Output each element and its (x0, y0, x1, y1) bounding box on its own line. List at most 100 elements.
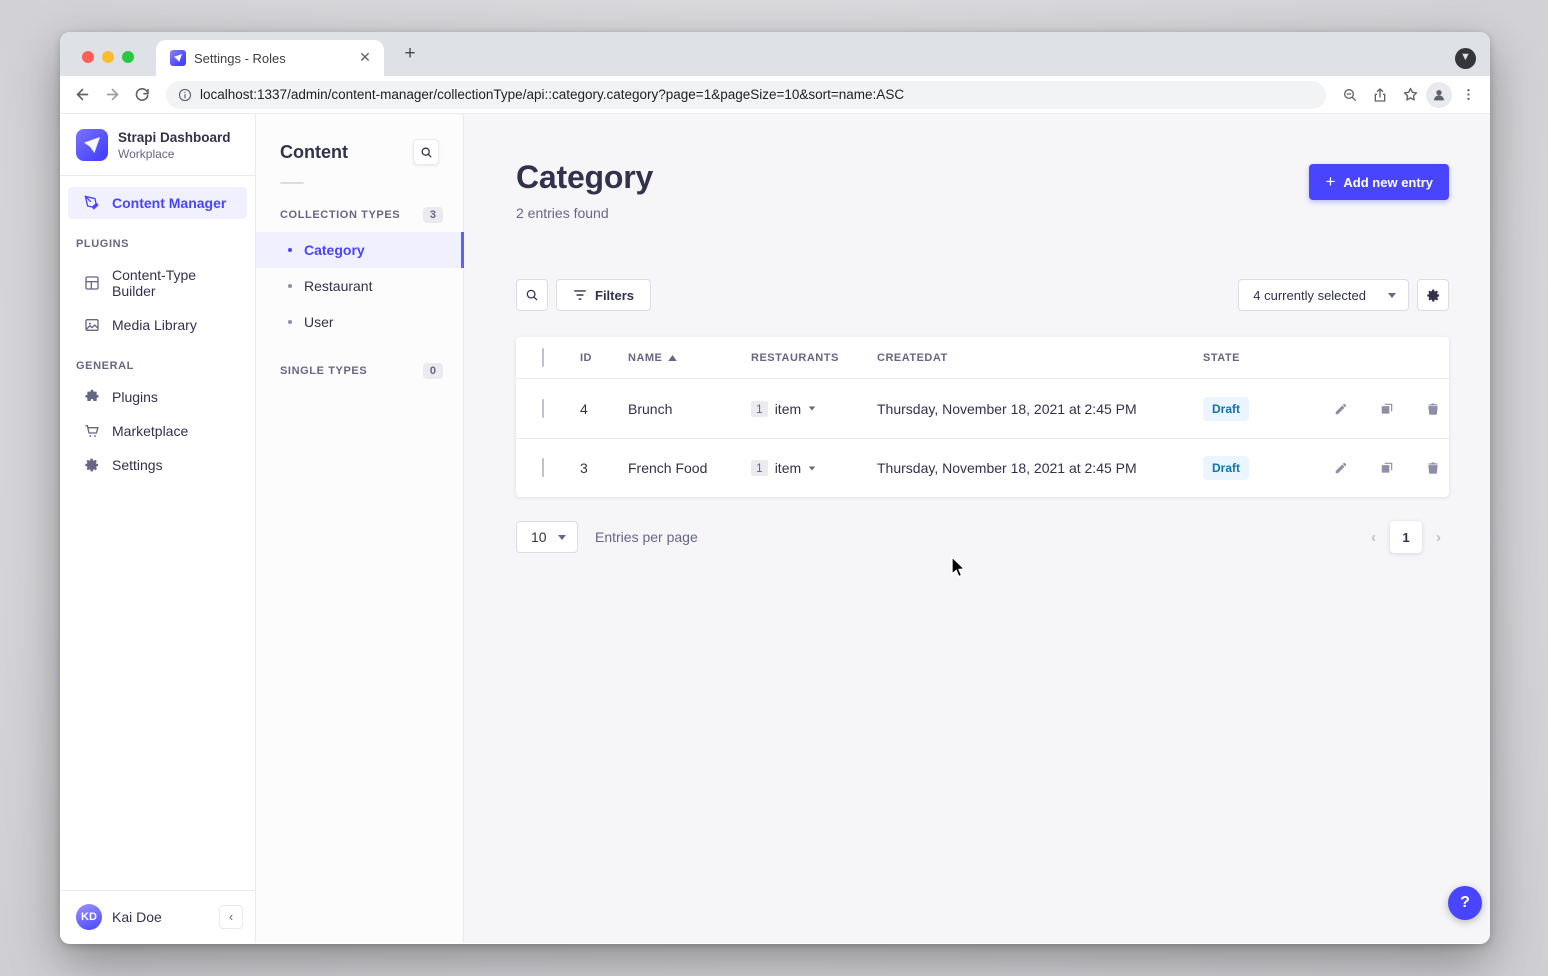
zoom-page-icon[interactable] (1336, 81, 1364, 109)
cell-restaurants[interactable]: 1 item (751, 460, 877, 476)
table-actions-row: Filters 4 currently selected (516, 279, 1449, 311)
single-types-count: 0 (423, 363, 443, 379)
sidebar-item-content-manager[interactable]: Content Manager (68, 187, 247, 219)
table-settings-gear-icon[interactable] (1417, 279, 1449, 311)
page-number-button[interactable]: 1 (1390, 521, 1422, 553)
sidebar-item-label: Media Library (112, 317, 197, 333)
collection-types-label: COLLECTION TYPES (280, 209, 400, 221)
search-icon[interactable] (413, 139, 439, 165)
chevron-down-icon (1388, 293, 1396, 298)
tab-search-icon[interactable]: ▼ (1455, 48, 1476, 69)
sidebar-item-marketplace[interactable]: Marketplace (68, 415, 247, 447)
table-row[interactable]: 4 Brunch 1 item Thursday, November 18, 2… (516, 379, 1449, 438)
window-controls (82, 51, 134, 63)
collapse-sidebar-button[interactable]: ‹ (219, 905, 243, 929)
sidebar-item-plugins[interactable]: Plugins (68, 381, 247, 413)
tab-strip: Settings - Roles ✕ + ▼ (60, 32, 1490, 76)
column-header-id[interactable]: ID (580, 352, 628, 364)
edit-pencil-icon[interactable] (1328, 455, 1354, 481)
browser-tab[interactable]: Settings - Roles ✕ (156, 40, 384, 76)
user-name: Kai Doe (112, 909, 209, 925)
url-text: localhost:1337/admin/content-manager/col… (200, 87, 904, 102)
delete-trash-icon[interactable] (1420, 396, 1446, 422)
relation-count-badge: 1 (751, 401, 768, 417)
subnav-item-label: User (304, 314, 334, 330)
back-icon[interactable] (68, 81, 96, 109)
help-button[interactable]: ? (1448, 886, 1482, 920)
select-all-checkbox[interactable] (542, 348, 544, 367)
add-new-entry-button[interactable]: + Add new entry (1309, 164, 1449, 200)
single-types-label: SINGLE TYPES (280, 365, 367, 377)
subnav-item-user[interactable]: User (256, 304, 463, 340)
url-bar[interactable]: localhost:1337/admin/content-manager/col… (166, 81, 1326, 109)
status-badge: Draft (1203, 456, 1249, 480)
minimize-window-button[interactable] (102, 51, 114, 63)
zoom-window-button[interactable] (122, 51, 134, 63)
columns-selected-dropdown[interactable]: 4 currently selected (1238, 279, 1409, 311)
delete-trash-icon[interactable] (1420, 455, 1446, 481)
plus-icon: + (1325, 173, 1335, 190)
search-entries-icon[interactable] (516, 279, 548, 311)
strapi-logo (76, 129, 108, 161)
browser-toolbar: localhost:1337/admin/content-manager/col… (60, 76, 1490, 114)
new-tab-button[interactable]: + (398, 43, 422, 67)
table-row[interactable]: 3 French Food 1 item Thursday, November … (516, 438, 1449, 497)
user-avatar: KD (76, 904, 102, 930)
workspace-brand[interactable]: Strapi Dashboard Workplace (60, 114, 255, 175)
column-header-state[interactable]: STATE (1203, 352, 1328, 364)
bookmark-star-icon[interactable] (1396, 81, 1424, 109)
row-checkbox[interactable] (542, 399, 544, 418)
subnav-title: Content (280, 142, 348, 163)
entries-count: 2 entries found (516, 205, 1449, 221)
feather-pen-icon (84, 195, 100, 211)
next-page-icon[interactable]: › (1428, 525, 1449, 550)
workspace-title: Strapi Dashboard (118, 130, 231, 146)
entries-per-page-dropdown[interactable]: 10 (516, 521, 578, 553)
sort-asc-icon (668, 355, 677, 361)
cell-state: Draft (1203, 456, 1328, 480)
filters-button[interactable]: Filters (556, 279, 651, 311)
cell-id: 3 (580, 460, 628, 476)
share-icon[interactable] (1366, 81, 1394, 109)
collection-types-count: 3 (423, 207, 443, 223)
tab-title: Settings - Roles (194, 51, 348, 66)
subnav-item-restaurant[interactable]: Restaurant (256, 268, 463, 304)
sidebar-item-content-type-builder[interactable]: Content-Type Builder (68, 259, 247, 307)
cell-state: Draft (1203, 397, 1328, 421)
row-checkbox[interactable] (542, 458, 544, 477)
subnav-item-category[interactable]: Category (256, 232, 463, 268)
column-header-name[interactable]: NAME (628, 352, 751, 364)
puzzle-icon (84, 389, 100, 405)
edit-pencil-icon[interactable] (1328, 396, 1354, 422)
forward-icon[interactable] (98, 81, 126, 109)
sidebar-item-settings[interactable]: Settings (68, 449, 247, 481)
sidebar-item-label: Settings (112, 457, 163, 473)
column-header-restaurants[interactable]: RESTAURANTS (751, 352, 877, 364)
bullet-icon (288, 284, 292, 288)
chevron-down-icon (558, 535, 566, 540)
previous-page-icon[interactable]: ‹ (1363, 525, 1384, 550)
browser-window: Settings - Roles ✕ + ▼ localhost:1337/ad… (60, 32, 1490, 944)
column-header-createdat[interactable]: CREATEDAT (877, 352, 1203, 364)
picture-icon (84, 317, 100, 333)
duplicate-icon[interactable] (1374, 396, 1400, 422)
sidebar-item-media-library[interactable]: Media Library (68, 309, 247, 341)
browser-menu-icon[interactable] (1454, 81, 1482, 109)
reload-icon[interactable] (128, 81, 156, 109)
status-badge: Draft (1203, 397, 1249, 421)
bullet-icon (288, 248, 292, 252)
content-subnav: Content COLLECTION TYPES 3 Category Rest… (256, 114, 464, 943)
profile-avatar-icon[interactable] (1426, 82, 1452, 108)
site-info-icon[interactable] (178, 88, 192, 102)
cell-restaurants[interactable]: 1 item (751, 401, 877, 417)
main-content: Category 2 entries found + Add new entry… (464, 114, 1490, 943)
cell-name: French Food (628, 460, 751, 476)
duplicate-icon[interactable] (1374, 455, 1400, 481)
layout-builder-icon (84, 275, 100, 291)
table-header-row: ID NAME RESTAURANTS CREATEDAT STATE (516, 337, 1449, 379)
cart-icon (84, 423, 100, 439)
close-window-button[interactable] (82, 51, 94, 63)
cell-createdat: Thursday, November 18, 2021 at 2:45 PM (877, 460, 1203, 476)
tab-close-icon[interactable]: ✕ (356, 49, 374, 67)
chevron-down-icon (809, 466, 815, 470)
